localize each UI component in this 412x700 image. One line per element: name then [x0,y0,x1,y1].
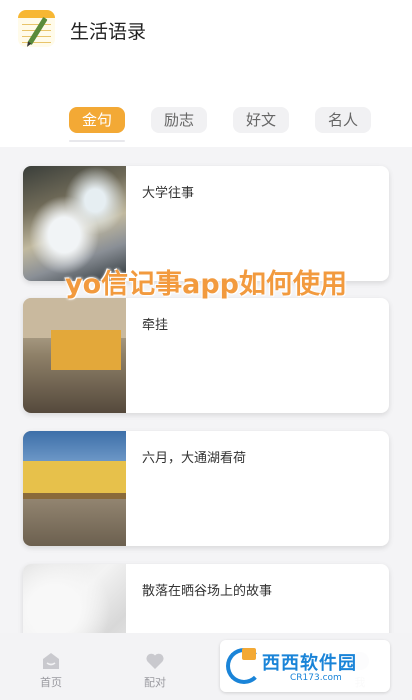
tab-inspirational[interactable]: 励志 [151,107,207,133]
tab-golden-quotes[interactable]: 金句 [69,107,125,133]
home-icon [43,653,59,669]
app-header: 生活语录 金句 励志 好文 名人 [0,0,412,147]
app-title: 生活语录 [70,21,147,43]
article-title: 牵挂 [142,318,169,333]
article-title: 散落在晒谷场上的故事 [142,584,273,599]
article-card[interactable]: 牵挂 [23,298,389,413]
tab-celebrities[interactable]: 名人 [315,107,371,133]
nav-label: 配对 [144,676,166,689]
nav-match[interactable]: 配对 [125,633,185,700]
notebook-pencil-icon [18,10,55,47]
yellow-wall-street-photo [23,431,126,546]
tram-street-photo [23,298,126,413]
article-card[interactable]: 六月，大通湖看荷 [23,431,389,546]
nav-label: 首页 [40,676,62,689]
category-tabs: 金句 励志 好文 名人 [0,107,412,133]
nav-home[interactable]: 首页 [21,633,81,700]
site-domain: CR173.com [290,673,342,683]
site-name: 西西软件园 [262,653,357,674]
heart-icon [146,653,164,669]
tab-indicator [69,140,125,142]
overlay-caption: yo信记事app如何使用 [64,269,348,300]
site-watermark-badge: 西西软件园 CR173.com [220,640,390,692]
article-title: 六月，大通湖看荷 [142,451,247,466]
tab-good-articles[interactable]: 好文 [233,107,289,133]
site-logo-icon [226,648,262,684]
article-title: 大学往事 [142,186,195,201]
